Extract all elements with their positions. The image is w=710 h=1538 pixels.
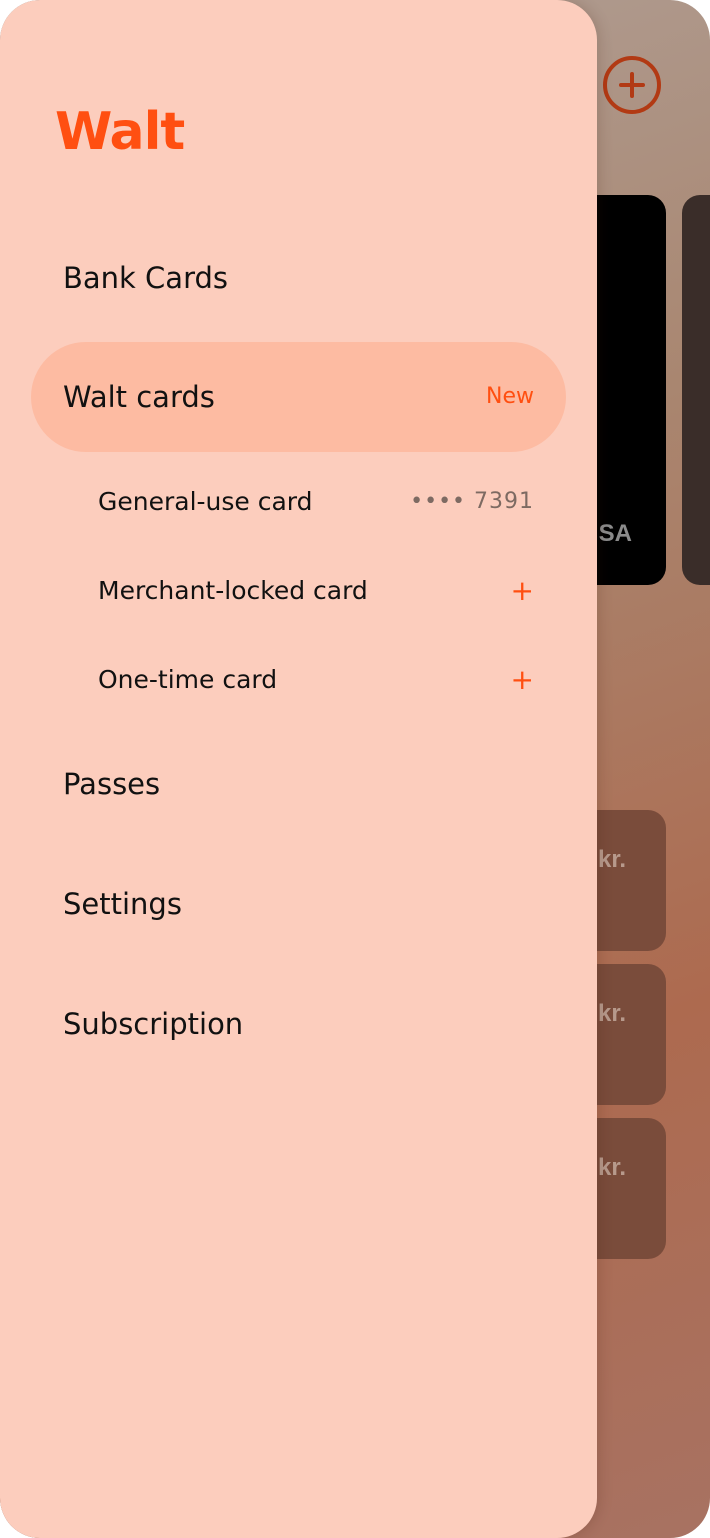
plus-icon[interactable]: + — [511, 660, 534, 700]
card-last-digits: •••• 7391 — [410, 489, 534, 514]
submenu-item-label: Merchant-locked card — [98, 576, 368, 605]
background-tile-amount: kr. — [598, 846, 627, 873]
plus-icon[interactable]: + — [511, 571, 534, 611]
new-badge: New — [486, 384, 534, 409]
background-tile-amount: kr. — [598, 1000, 627, 1027]
submenu-item-merchant-locked-card[interactable]: Merchant-locked card + — [98, 571, 534, 611]
add-card-icon[interactable] — [603, 56, 661, 114]
nav-item-label: Walt cards — [63, 380, 215, 414]
background-tile-amount: kr. — [598, 1154, 627, 1181]
app-screen: SA kr. kr. kr. Walt Bank Cards Walt card… — [0, 0, 710, 1538]
background-card-next[interactable] — [682, 195, 710, 585]
nav-item-walt-cards[interactable]: Walt cards New — [31, 342, 566, 452]
nav-item-settings[interactable]: Settings — [63, 884, 182, 924]
submenu-item-general-use-card[interactable]: General-use card •••• 7391 — [98, 482, 534, 522]
submenu-item-label: General-use card — [98, 487, 313, 516]
submenu-item-label: One-time card — [98, 665, 278, 694]
nav-item-passes[interactable]: Passes — [63, 764, 160, 804]
nav-item-bank-cards[interactable]: Bank Cards — [63, 258, 228, 298]
navigation-drawer: Walt Bank Cards Walt cards New General-u… — [0, 0, 597, 1538]
app-logo: Walt — [55, 102, 185, 162]
nav-item-subscription[interactable]: Subscription — [63, 1004, 243, 1044]
submenu-item-one-time-card[interactable]: One-time card + — [98, 660, 534, 700]
